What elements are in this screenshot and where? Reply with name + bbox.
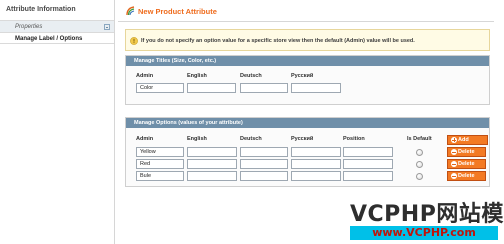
collapse-icon[interactable]	[104, 24, 110, 30]
title-admin-input[interactable]: Color	[136, 83, 184, 93]
sidebar-item-properties[interactable]: Properties	[0, 20, 114, 32]
option-deutsch-input[interactable]	[240, 159, 288, 169]
delete-icon	[451, 173, 457, 179]
sidebar-item-manage-label-options[interactable]: Manage Label / Options	[0, 32, 114, 44]
option-position-input[interactable]	[343, 147, 393, 157]
option-admin-input[interactable]: Red	[136, 159, 184, 169]
add-icon	[451, 137, 457, 143]
title-english-input[interactable]	[187, 83, 236, 93]
sidebar: Attribute Information Properties Manage …	[0, 0, 115, 244]
column-header-admin: Admin	[136, 73, 154, 79]
option-admin-input[interactable]: Bule	[136, 171, 184, 181]
delete-icon	[451, 149, 457, 155]
option-russian-input[interactable]	[291, 147, 341, 157]
option-english-input[interactable]	[187, 171, 237, 181]
option-russian-input[interactable]	[291, 159, 341, 169]
notice-message: If you do not specify an option value fo…	[125, 29, 490, 51]
delete-label: Delete	[458, 173, 475, 179]
is-default-radio[interactable]	[416, 149, 423, 156]
watermark-bar: www.VCPHP.com	[350, 226, 498, 240]
option-position-input[interactable]	[343, 171, 393, 181]
column-header-is-default: Is Default	[407, 136, 432, 142]
option-russian-input[interactable]	[291, 171, 341, 181]
option-deutsch-input[interactable]	[240, 147, 288, 157]
option-english-input[interactable]	[187, 159, 237, 169]
watermark: VCPHP网站模板 www.VCPHP.com	[350, 196, 504, 244]
notice-text: If you do not specify an option value fo…	[141, 38, 415, 44]
sidebar-item-label: Properties	[15, 24, 43, 30]
is-default-radio[interactable]	[416, 173, 423, 180]
column-header-english: English	[187, 136, 207, 142]
title-russian-input[interactable]	[291, 83, 341, 93]
option-position-input[interactable]	[343, 159, 393, 169]
delete-option-button[interactable]: Delete	[447, 147, 486, 157]
column-header-admin: Admin	[136, 136, 154, 142]
delete-option-button[interactable]: Delete	[447, 159, 486, 169]
panel-heading: Manage Options (values of your attribute…	[126, 118, 489, 128]
add-option-button[interactable]: Add Option	[447, 135, 488, 151]
option-admin-input[interactable]: Yellow	[136, 147, 184, 157]
delete-label: Delete	[458, 161, 475, 167]
sidebar-item-label: Manage Label / Options	[15, 36, 83, 42]
column-header-position: Position	[343, 136, 365, 142]
delete-label: Delete	[458, 149, 475, 155]
watermark-title: VCPHP网站模板	[350, 202, 504, 227]
option-deutsch-input[interactable]	[240, 171, 288, 181]
column-header-deutsch: Deutsch	[240, 136, 262, 142]
title-deutsch-input[interactable]	[240, 83, 288, 93]
panel-heading: Manage Titles (Size, Color, etc.)	[126, 56, 489, 66]
manage-titles-panel: Manage Titles (Size, Color, etc.) Admin …	[125, 55, 490, 105]
column-header-english: English	[187, 73, 207, 79]
column-header-russian: Русский	[291, 73, 314, 79]
delete-icon	[451, 161, 457, 167]
watermark-url: www.VCPHP.com	[372, 226, 476, 239]
manage-options-panel: Manage Options (values of your attribute…	[125, 117, 490, 187]
info-icon	[130, 37, 138, 45]
column-header-russian: Русский	[291, 136, 314, 142]
option-english-input[interactable]	[187, 147, 237, 157]
page-title: New Product Attribute	[138, 7, 217, 16]
page-header: New Product Attribute	[118, 0, 494, 22]
is-default-radio[interactable]	[416, 161, 423, 168]
sidebar-title: Attribute Information	[6, 6, 76, 13]
column-header-deutsch: Deutsch	[240, 73, 262, 79]
delete-option-button[interactable]: Delete	[447, 171, 486, 181]
